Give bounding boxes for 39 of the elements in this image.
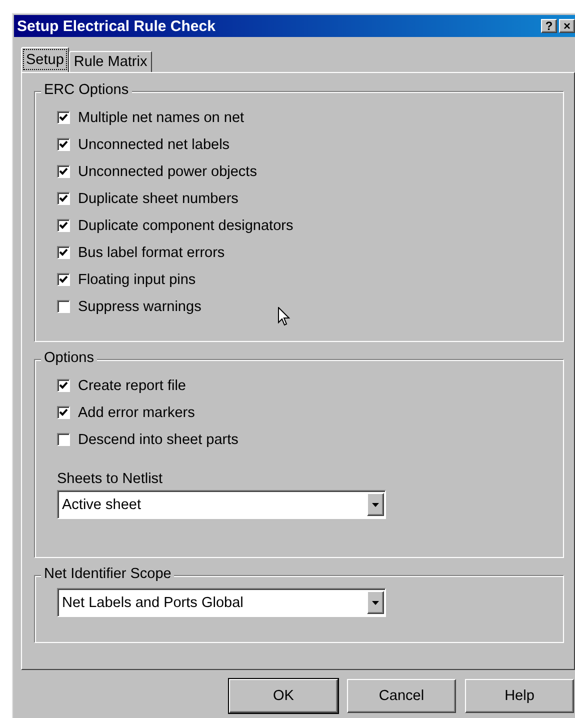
dropdown-arrow-icon [372,502,379,506]
checkbox[interactable] [57,406,70,419]
dropdown[interactable]: Active sheet [57,490,386,519]
checkbox[interactable] [57,273,70,286]
checkbox-label: Multiple net names on net [78,110,244,126]
mouse-cursor-icon [278,307,290,326]
close-button[interactable]: × [559,19,575,33]
checkbox-label: Add error markers [78,404,195,420]
checkbox-label: Duplicate sheet numbers [78,190,238,206]
group-title: Net Identifier Scope [41,566,174,582]
checkbox[interactable] [57,246,70,259]
dropdown-arrow-icon [372,600,379,604]
checkbox[interactable] [57,192,70,205]
checkbox[interactable] [57,138,70,151]
checkbox[interactable] [57,300,70,313]
checkbox-label: Create report file [78,378,186,394]
checkbox[interactable] [57,433,70,446]
checkbox[interactable] [57,165,70,178]
dialog-button[interactable]: Help [465,679,574,713]
tab[interactable]: Rule Matrix [68,51,152,72]
checkbox-label: Unconnected net labels [78,136,230,152]
field-label: Sheets to Netlist [57,471,164,487]
group-title: Options [41,350,97,366]
dropdown[interactable]: Net Labels and Ports Global [57,588,386,617]
checkbox[interactable] [57,379,70,392]
dialog-button[interactable]: Cancel [347,679,456,713]
checkbox-label: Unconnected power objects [78,164,257,180]
checkbox-label: Descend into sheet parts [78,432,238,448]
tab[interactable]: Setup [21,47,69,72]
dialog-button[interactable]: OK [229,679,338,713]
group-title: ERC Options [41,82,132,98]
checkbox-label: Suppress warnings [78,298,202,314]
checkbox-label: Floating input pins [78,272,196,288]
window-title: Setup Electrical Rule Check [17,18,216,34]
checkbox[interactable] [57,111,70,124]
checkbox-label: Bus label format errors [78,244,225,260]
checkbox-label: Duplicate component designators [78,218,294,234]
checkbox[interactable] [57,219,70,232]
help-button[interactable]: ? [541,19,557,33]
